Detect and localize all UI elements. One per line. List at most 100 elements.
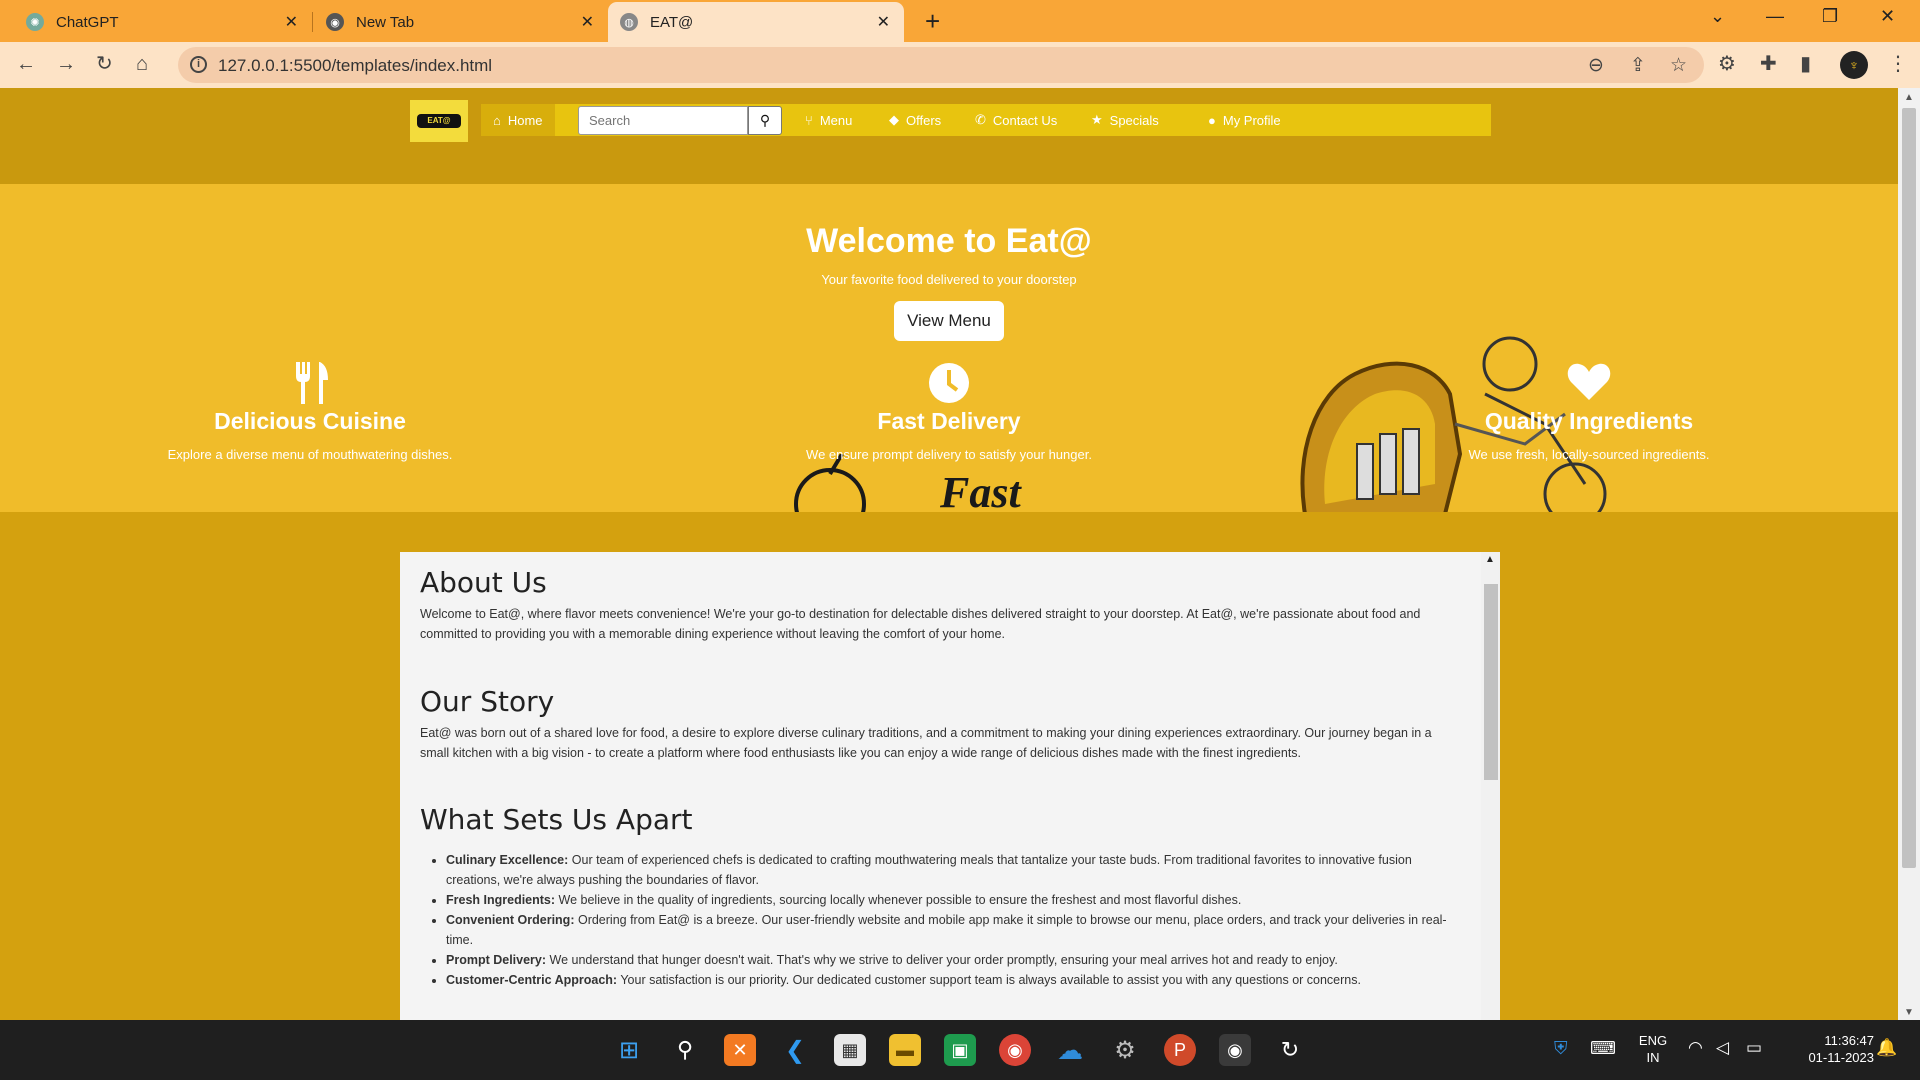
nav-contact-label: Contact Us	[992, 112, 1058, 128]
store-icon[interactable]: ▦	[834, 1034, 866, 1066]
xampp-icon[interactable]: ✕	[724, 1034, 756, 1066]
volume-icon[interactable]: ◁	[1716, 1038, 1729, 1058]
point-label: Convenient Ordering:	[446, 913, 575, 927]
tab-search-icon[interactable]: ⌄	[1710, 6, 1725, 27]
browser-tab-strip: ✺ ChatGPT ✕ ◉ New Tab ✕ ◍ EAT@ ✕ + ⌄ — ❐…	[0, 0, 1920, 42]
feature-title: Delicious Cuisine	[214, 408, 406, 434]
search-button[interactable]: ⚲	[748, 106, 782, 135]
point-text: Ordering from Eat@ is a breeze. Our user…	[446, 913, 1447, 947]
about-content-box[interactable]: About Us Welcome to Eat@, where flavor m…	[400, 552, 1500, 1020]
list-item: Culinary Excellence: Our team of experie…	[446, 850, 1456, 890]
clock[interactable]: 11:36:47 01-11-2023	[1784, 1032, 1874, 1066]
tab-chatgpt[interactable]: ✺ ChatGPT ✕	[14, 2, 312, 42]
view-menu-button[interactable]: View Menu	[894, 301, 1004, 341]
vscode-icon[interactable]: ❮	[779, 1034, 811, 1066]
nav-profile-label: My Profile	[1222, 112, 1281, 128]
nav-offers[interactable]: ◆ Offers	[889, 104, 941, 136]
site-header: EAT@ ⌂ Home ⚲ ⑂ Menu ◆ Offers ✆ Contact …	[0, 88, 1898, 184]
feature-title: Quality Ingredients	[1484, 408, 1694, 434]
file-explorer-icon[interactable]: ▬	[889, 1034, 921, 1066]
lang-top: ENG	[1638, 1033, 1668, 1048]
share-icon[interactable]: ⇪	[1630, 54, 1646, 77]
close-icon[interactable]: ✕	[581, 12, 594, 32]
about-text: Welcome to Eat@, where flavor meets conv…	[420, 607, 1421, 641]
story-title: Our Story	[420, 685, 555, 718]
close-icon[interactable]: ✕	[877, 12, 890, 32]
wifi-icon[interactable]: ◠	[1688, 1038, 1703, 1058]
site-logo[interactable]: EAT@	[410, 100, 468, 142]
security-icon[interactable]: ⛨	[1554, 1038, 1568, 1059]
forward-icon[interactable]: →	[56, 53, 76, 75]
classroom-icon[interactable]: ▣	[944, 1034, 976, 1066]
extension-icon[interactable]: ⚙	[1718, 53, 1736, 75]
scroll-down-icon[interactable]: ▼	[1904, 1007, 1914, 1018]
close-icon[interactable]: ✕	[285, 12, 298, 32]
side-panel-icon[interactable]: ▮	[1800, 53, 1811, 75]
chrome-icon[interactable]: ◉	[999, 1034, 1031, 1066]
bookmark-star-icon[interactable]: ☆	[1670, 54, 1687, 77]
feature-title: Fast Delivery	[877, 408, 1021, 434]
nav-menu[interactable]: ⑂ Menu	[805, 104, 852, 136]
list-item: Customer-Centric Approach: Your satisfac…	[446, 970, 1456, 990]
chrome-icon: ◉	[326, 13, 344, 31]
home-icon: ⌂	[493, 112, 501, 128]
nav-menu-label: Menu	[819, 112, 853, 128]
url-text[interactable]: 127.0.0.1:5500/templates/index.html	[218, 56, 492, 76]
chrome-profile-icon[interactable]: ◉	[1219, 1034, 1251, 1066]
feature-quality-ingredients: Quality Ingredients We use fresh, locall…	[1379, 362, 1799, 462]
zoom-icon[interactable]: ⊖	[1588, 54, 1604, 77]
back-icon[interactable]: ←	[16, 53, 36, 75]
content-scrollbar[interactable]: ▲	[1481, 552, 1500, 1020]
minimize-button[interactable]: —	[1766, 6, 1784, 27]
new-tab-button[interactable]: +	[925, 8, 940, 34]
nav-specials-label: Specials	[1109, 112, 1159, 128]
reload-icon[interactable]: ↻	[96, 53, 113, 75]
windows-start-icon[interactable]: ⊞	[613, 1034, 645, 1066]
battery-icon[interactable]: ▭	[1746, 1038, 1762, 1058]
powerpoint-icon[interactable]: P	[1164, 1034, 1196, 1066]
chrome-menu-icon[interactable]: ⋮	[1888, 53, 1908, 75]
tab-eat[interactable]: ◍ EAT@ ✕	[608, 2, 904, 42]
home-icon[interactable]: ⌂	[136, 53, 148, 75]
bicycle-wheel-image	[794, 454, 866, 512]
list-item: Prompt Delivery: We understand that hung…	[446, 950, 1456, 970]
feature-desc: We ensure prompt delivery to satisfy you…	[806, 447, 1092, 462]
site-info-icon[interactable]: i	[190, 56, 207, 73]
scroll-up-icon[interactable]: ▲	[1485, 554, 1495, 565]
tab-label: New Tab	[356, 13, 415, 31]
address-bar[interactable]: i 127.0.0.1:5500/templates/index.html ⊖ …	[178, 47, 1704, 83]
settings-icon[interactable]: ⚙	[1109, 1034, 1141, 1066]
keyboard-icon[interactable]: ⌨	[1590, 1038, 1616, 1059]
clock-icon	[739, 362, 1159, 406]
tab-new-tab[interactable]: ◉ New Tab ✕	[314, 2, 608, 42]
onedrive-icon[interactable]: ☁	[1054, 1034, 1086, 1066]
story-text: Eat@ was born out of a shared love for f…	[420, 726, 1432, 760]
window-close-button[interactable]: ✕	[1880, 6, 1895, 27]
app-icon[interactable]: ↻	[1274, 1034, 1306, 1066]
scroll-up-icon[interactable]: ▲	[1904, 92, 1914, 103]
hero-subtitle: Your favorite food delivered to your doo…	[821, 272, 1077, 287]
point-text: Your satisfaction is our priority. Our d…	[620, 973, 1361, 987]
language-indicator[interactable]: ENG IN	[1633, 1032, 1673, 1066]
nav-home-label: Home	[507, 112, 543, 128]
tag-icon: ◆	[889, 112, 899, 127]
page-scroll-thumb[interactable]	[1902, 108, 1916, 868]
notification-icon[interactable]: 🔔	[1876, 1038, 1897, 1058]
nav-home[interactable]: ⌂ Home	[481, 104, 555, 136]
feature-delicious-cuisine: Delicious Cuisine Explore a diverse menu…	[100, 362, 520, 462]
page-scrollbar[interactable]: ▲ ▼	[1898, 88, 1920, 1020]
lang-bottom: IN	[1646, 1050, 1660, 1065]
content-scroll-thumb[interactable]	[1484, 584, 1498, 780]
nav-profile[interactable]: ● My Profile	[1208, 104, 1281, 136]
search-input[interactable]	[578, 106, 748, 135]
list-item: Convenient Ordering: Ordering from Eat@ …	[446, 910, 1456, 950]
nav-offers-label: Offers	[906, 112, 942, 128]
logo-text: EAT@	[417, 114, 461, 128]
nav-specials[interactable]: ★ Specials	[1091, 104, 1159, 136]
nav-contact[interactable]: ✆ Contact Us	[975, 104, 1057, 136]
search-icon[interactable]: ⚲	[669, 1034, 701, 1066]
user-icon: ●	[1208, 112, 1216, 128]
puzzle-icon[interactable]: ✚	[1760, 53, 1777, 75]
profile-avatar[interactable]: ♆	[1840, 51, 1868, 79]
restore-button[interactable]: ❐	[1822, 6, 1838, 27]
